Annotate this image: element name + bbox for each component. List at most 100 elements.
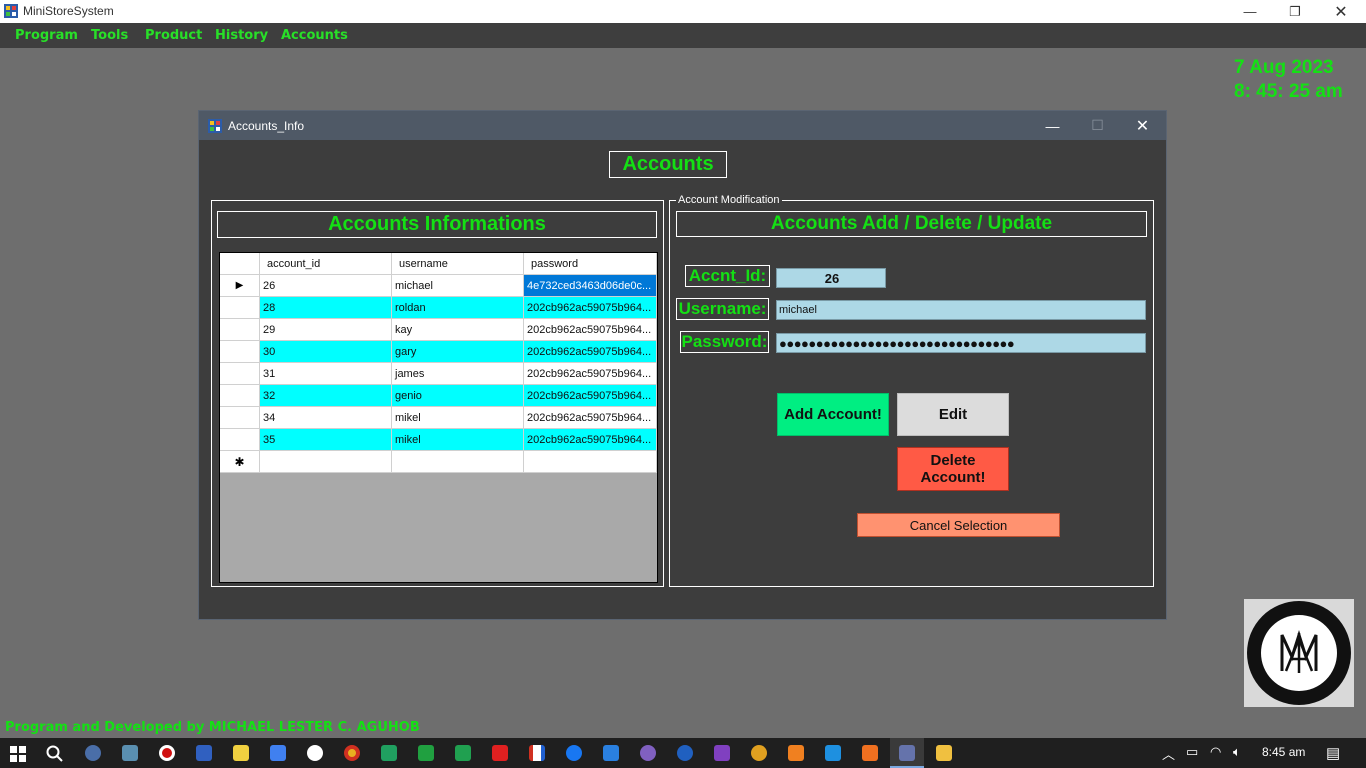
table-cell[interactable]: 26 — [260, 275, 392, 297]
taskbar-app-icon[interactable] — [677, 745, 693, 761]
table-cell[interactable]: kay — [392, 319, 524, 341]
taskbar-app-icon[interactable] — [122, 745, 138, 761]
taskbar-notepad-icon[interactable] — [233, 745, 249, 761]
row-header[interactable] — [220, 297, 260, 319]
table-cell[interactable] — [260, 451, 392, 473]
table-cell[interactable]: 31 — [260, 363, 392, 385]
restore-button[interactable]: ❐ — [1272, 0, 1318, 23]
taskbar-app-icon[interactable] — [85, 745, 101, 761]
taskbar-visual-studio-icon[interactable] — [714, 745, 730, 761]
menu-accounts[interactable]: Accounts — [281, 28, 348, 43]
delete-account-button[interactable]: Delete Account! — [897, 447, 1009, 491]
dialog-maximize-button[interactable]: ☐ — [1075, 111, 1120, 140]
taskbar-facebook-icon[interactable] — [566, 745, 582, 761]
row-header[interactable] — [220, 341, 260, 363]
table-cell[interactable] — [524, 451, 657, 473]
dialog-minimize-button[interactable]: — — [1030, 111, 1075, 140]
add-account-button[interactable]: Add Account! — [777, 393, 889, 436]
username-field[interactable]: michael — [776, 300, 1146, 320]
table-cell[interactable]: 34 — [260, 407, 392, 429]
table-row[interactable]: 28 roldan 202cb962ac59075b964... — [220, 297, 657, 319]
table-cell[interactable]: 28 — [260, 297, 392, 319]
username-label: Username: — [676, 298, 769, 320]
taskbar-meet-icon[interactable] — [381, 745, 397, 761]
table-row[interactable]: 31 james 202cb962ac59075b964... — [220, 363, 657, 385]
start-windows-icon[interactable] — [10, 746, 26, 762]
table-cell[interactable]: 29 — [260, 319, 392, 341]
table-row[interactable]: 32 genio 202cb962ac59075b964... — [220, 385, 657, 407]
cancel-selection-button[interactable]: Cancel Selection — [857, 513, 1060, 537]
menu-program[interactable]: Program — [15, 28, 78, 43]
taskbar-drive-icon[interactable] — [418, 745, 434, 761]
taskbar-classroom-icon[interactable] — [455, 745, 471, 761]
dialog-close-button[interactable]: ✕ — [1120, 111, 1165, 140]
taskbar-gmail-icon[interactable] — [529, 745, 545, 761]
table-cell[interactable]: 202cb962ac59075b964... — [524, 429, 657, 451]
table-row[interactable]: 34 mikel 202cb962ac59075b964... — [220, 407, 657, 429]
volume-icon[interactable]: 🔈︎ — [1233, 744, 1241, 760]
taskbar-translate-icon[interactable] — [270, 745, 286, 761]
taskbar-todo-icon[interactable] — [603, 745, 619, 761]
table-cell[interactable]: gary — [392, 341, 524, 363]
table-cell[interactable]: 202cb962ac59075b964... — [524, 341, 657, 363]
table-cell[interactable]: 32 — [260, 385, 392, 407]
taskbar-google-icon[interactable] — [307, 745, 323, 761]
column-header[interactable]: account_id — [260, 253, 392, 275]
taskbar-xampp-icon[interactable] — [862, 745, 878, 761]
table-cell[interactable]: 202cb962ac59075b964... — [524, 319, 657, 341]
grid-corner[interactable] — [220, 253, 260, 275]
row-header[interactable]: ✱ — [220, 451, 260, 473]
account-id-field[interactable]: 26 — [776, 268, 886, 288]
taskbar-youtube-icon[interactable] — [492, 745, 508, 761]
table-cell[interactable]: 202cb962ac59075b964... — [524, 385, 657, 407]
taskbar-app-icon[interactable] — [640, 745, 656, 761]
new-row[interactable]: ✱ — [220, 451, 657, 473]
taskbar-app-icon[interactable] — [751, 745, 767, 761]
table-cell[interactable]: 30 — [260, 341, 392, 363]
search-icon[interactable] — [46, 745, 63, 762]
table-row[interactable]: 35 mikel 202cb962ac59075b964... — [220, 429, 657, 451]
taskbar-app-icon[interactable] — [196, 745, 212, 761]
notifications-icon[interactable]: ▤ — [1326, 744, 1340, 762]
row-header[interactable] — [220, 319, 260, 341]
taskbar-file-explorer-icon[interactable] — [936, 745, 952, 761]
table-cell[interactable]: 202cb962ac59075b964... — [524, 407, 657, 429]
menu-history[interactable]: History — [215, 28, 268, 43]
row-header[interactable] — [220, 363, 260, 385]
row-header[interactable]: ▶ — [220, 275, 260, 297]
table-cell[interactable]: 202cb962ac59075b964... — [524, 297, 657, 319]
accounts-grid[interactable]: account_id username password ▶ 26 michae… — [219, 252, 658, 583]
table-cell[interactable]: michael — [392, 275, 524, 297]
table-cell-selected[interactable]: 4e732ced3463d06de0c... — [524, 275, 657, 297]
table-cell[interactable] — [392, 451, 524, 473]
table-cell[interactable]: mikel — [392, 407, 524, 429]
table-cell[interactable]: james — [392, 363, 524, 385]
row-header[interactable] — [220, 385, 260, 407]
row-header[interactable] — [220, 407, 260, 429]
table-cell[interactable]: 202cb962ac59075b964... — [524, 363, 657, 385]
table-cell[interactable]: 35 — [260, 429, 392, 451]
menu-product[interactable]: Product — [145, 28, 202, 43]
table-row[interactable]: 29 kay 202cb962ac59075b964... — [220, 319, 657, 341]
minimize-button[interactable]: — — [1227, 0, 1273, 23]
close-button[interactable]: ✕ — [1318, 0, 1364, 23]
taskbar-chrome-icon[interactable] — [344, 745, 360, 761]
table-row[interactable]: 30 gary 202cb962ac59075b964... — [220, 341, 657, 363]
password-field[interactable]: ●●●●●●●●●●●●●●●●●●●●●●●●●●●●●●●● — [776, 333, 1146, 353]
edit-button[interactable]: Edit — [897, 393, 1009, 436]
menu-tools[interactable]: Tools — [91, 28, 128, 43]
table-row[interactable]: ▶ 26 michael 4e732ced3463d06de0c... — [220, 275, 657, 297]
row-header[interactable] — [220, 429, 260, 451]
tray-clock[interactable]: 8:45 am — [1262, 745, 1305, 759]
table-cell[interactable]: genio — [392, 385, 524, 407]
tray-chevron-up-icon[interactable]: ︿ — [1162, 744, 1175, 763]
column-header[interactable]: password — [524, 253, 657, 275]
taskbar-sublime-icon[interactable] — [788, 745, 804, 761]
wifi-icon[interactable]: ◠ — [1210, 744, 1221, 760]
table-cell[interactable]: roldan — [392, 297, 524, 319]
taskbar-vscode-icon[interactable] — [825, 745, 841, 761]
battery-icon[interactable]: ▭ — [1186, 744, 1198, 760]
table-cell[interactable]: mikel — [392, 429, 524, 451]
column-header[interactable]: username — [392, 253, 524, 275]
taskbar-record-icon[interactable] — [159, 745, 175, 761]
